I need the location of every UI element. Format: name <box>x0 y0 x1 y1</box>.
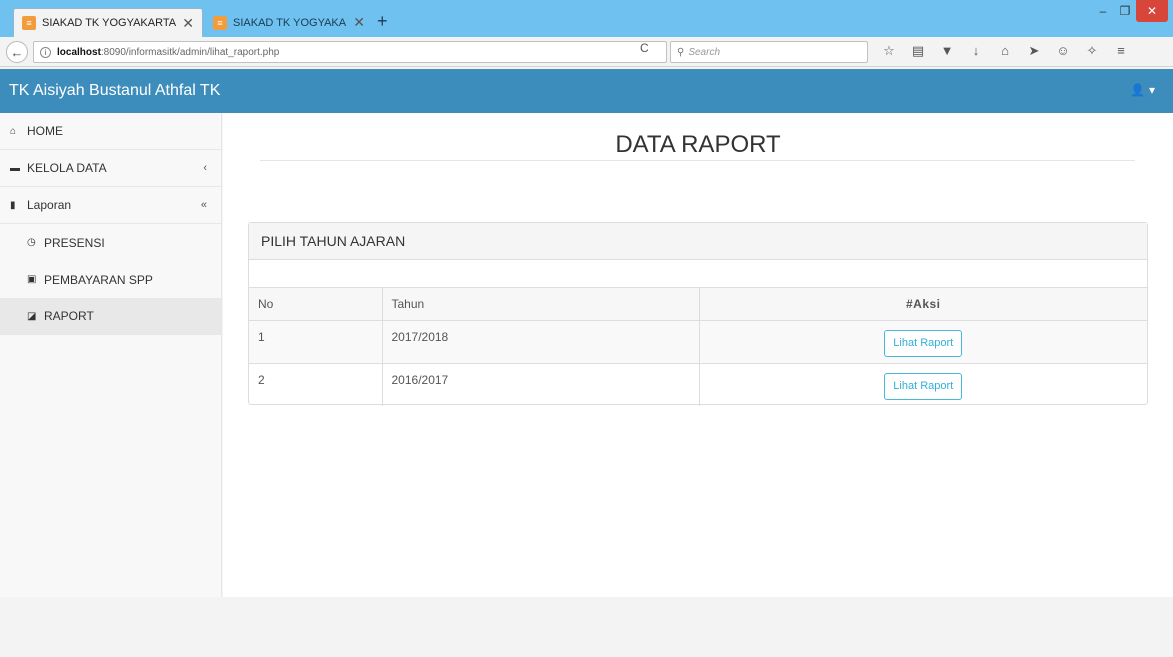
sidebar-item-pembayaran-spp[interactable]: ▣ PEMBAYARAN SPP <box>0 261 221 298</box>
chevron-down-icon: ▾ <box>1148 83 1155 97</box>
favicon-icon: ≡ <box>22 16 36 30</box>
pocket-icon[interactable]: ▼ <box>940 43 954 59</box>
app-header: TK Aisiyah Bustanul Athfal TK 👤 ▾ <box>0 69 1173 113</box>
tahun-ajaran-panel: PILIH TAHUN AJARAN No Tahun #Aksi 1 2017… <box>248 222 1148 406</box>
sidebar-item-label: PEMBAYARAN SPP <box>44 272 153 287</box>
close-window-button[interactable]: ✕ <box>1136 0 1168 22</box>
user-menu-button[interactable]: 👤 ▾ <box>1130 83 1155 97</box>
extension-icon[interactable]: ✧ <box>1085 43 1099 59</box>
cell-aksi: Lihat Raport <box>699 320 1147 364</box>
back-button[interactable]: ← <box>6 41 28 63</box>
info-icon[interactable]: i <box>40 46 51 58</box>
sidebar-item-label: PRESENSI <box>44 235 105 250</box>
sidebar-item-label: HOME <box>27 124 63 138</box>
sidebar-item-label: RAPORT <box>44 309 94 323</box>
home-icon[interactable]: ⌂ <box>998 43 1012 59</box>
cell-tahun: 2017/2018 <box>382 320 700 364</box>
double-chevron-icon: « <box>200 199 207 211</box>
lihat-raport-button[interactable]: Lihat Raport <box>884 372 963 400</box>
sidebar-item-label: KELOLA DATA <box>27 161 107 175</box>
browser-titlebar: ≡ SIAKAD TK YOGYAKARTA ✕ ≡ SIAKAD TK YOG… <box>0 0 1173 37</box>
new-tab-button[interactable]: + <box>377 11 388 32</box>
main-content: DATA RAPORT PILIH TAHUN AJARAN No Tahun … <box>223 113 1173 597</box>
page-footer <box>0 597 1173 657</box>
sidebar-item-laporan[interactable]: ▮ Laporan « <box>0 187 221 224</box>
sidebar-item-presensi[interactable]: ◷ PRESENSI <box>0 224 221 261</box>
sidebar-item-label: Laporan <box>27 198 72 212</box>
tab-close-icon[interactable]: ✕ <box>353 14 365 31</box>
maximize-button[interactable]: ❐ <box>1114 0 1136 22</box>
url-bar[interactable]: i localhost :8090/informasitk/admin/liha… <box>33 41 667 63</box>
table-header-row: No Tahun #Aksi <box>249 288 1147 321</box>
cell-no: 2 <box>249 363 383 406</box>
panel-body-spacer <box>249 260 1147 288</box>
search-icon: ⚲ <box>677 46 685 58</box>
table-row: 1 2017/2018 Lihat Raport <box>249 320 1147 364</box>
minimize-button[interactable]: – <box>1092 0 1114 22</box>
clock-icon: ◷ <box>27 237 36 248</box>
lihat-raport-button[interactable]: Lihat Raport <box>884 329 963 357</box>
book-icon: ◪ <box>27 310 37 322</box>
cell-aksi: Lihat Raport <box>699 363 1147 406</box>
file-icon: ▮ <box>10 199 16 211</box>
back-arrow-icon: ← <box>10 44 24 60</box>
browser-tab-inactive[interactable]: ≡ SIAKAD TK YOGYAKARTA ✕ <box>205 8 373 37</box>
folder-icon: ▬ <box>10 162 20 174</box>
favicon-icon: ≡ <box>213 15 227 30</box>
home-icon: ⌂ <box>10 125 17 137</box>
tab-title: SIAKAD TK YOGYAKARTA <box>233 16 347 29</box>
search-input[interactable]: ⚲ Search <box>670 41 868 63</box>
browser-tab-active[interactable]: ≡ SIAKAD TK YOGYAKARTA ✕ <box>13 8 203 37</box>
search-placeholder: Search <box>688 46 721 58</box>
url-path: :8090/informasitk/admin/lihat_raport.php <box>100 46 280 58</box>
column-header-aksi: #Aksi <box>699 288 1147 321</box>
brand-title[interactable]: TK Aisiyah Bustanul Athfal TK <box>0 82 220 100</box>
money-icon: ▣ <box>27 274 37 285</box>
column-header-no: No <box>249 288 383 321</box>
table-row: 2 2016/2017 Lihat Raport <box>249 363 1147 406</box>
title-divider <box>260 160 1135 161</box>
tab-title: SIAKAD TK YOGYAKARTA <box>42 17 177 29</box>
chevron-left-icon: ‹ <box>203 162 207 174</box>
reload-icon[interactable]: C <box>640 41 649 55</box>
tahun-ajaran-table: No Tahun #Aksi 1 2017/2018 Lihat Raport … <box>249 288 1147 406</box>
user-icon: 👤 <box>1130 83 1145 97</box>
send-icon[interactable]: ➤ <box>1027 43 1041 59</box>
cell-no: 1 <box>249 320 383 364</box>
browser-toolbar: ☆ ▤ ▼ ↓ ⌂ ➤ ☺ ✧ ≡ <box>882 43 1128 59</box>
sidebar-item-home[interactable]: ⌂ HOME <box>0 113 221 150</box>
smiley-icon[interactable]: ☺ <box>1056 43 1070 59</box>
sidebar: ⌂ HOME ▬ KELOLA DATA ‹ ▮ Laporan « ◷ PRE… <box>0 113 222 597</box>
cell-tahun: 2016/2017 <box>382 363 700 406</box>
sidebar-item-kelola-data[interactable]: ▬ KELOLA DATA ‹ <box>0 150 221 187</box>
column-header-tahun: Tahun <box>382 288 700 321</box>
sidebar-item-raport[interactable]: ◪ RAPORT <box>0 298 221 335</box>
tab-close-icon[interactable]: ✕ <box>182 15 194 32</box>
page-title: DATA RAPORT <box>615 131 781 158</box>
menu-icon[interactable]: ≡ <box>1114 43 1128 59</box>
browser-navbar: ← i localhost :8090/informasitk/admin/li… <box>0 37 1173 67</box>
star-icon[interactable]: ☆ <box>882 43 896 59</box>
panel-heading: PILIH TAHUN AJARAN <box>249 223 1147 260</box>
url-host: localhost <box>57 46 101 58</box>
download-icon[interactable]: ↓ <box>969 43 983 59</box>
reading-list-icon[interactable]: ▤ <box>911 43 925 59</box>
